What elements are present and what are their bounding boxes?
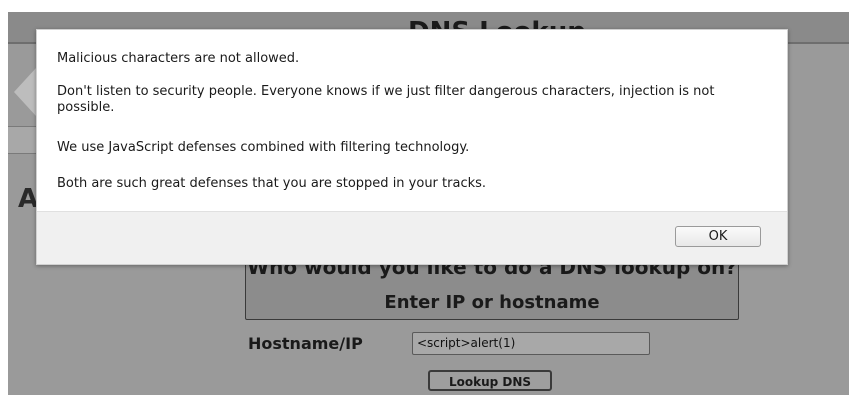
dialog-footer: OK <box>37 211 787 264</box>
alert-dialog: Malicious characters are not allowed. Do… <box>36 29 788 265</box>
screen: DNS Lookup A Who would you like to do a … <box>0 0 849 395</box>
lookup-dns-button[interactable]: Lookup DNS <box>428 370 552 391</box>
enter-ip-heading: Enter IP or hostname <box>384 292 600 313</box>
dialog-body: Malicious characters are not allowed. Do… <box>37 30 787 210</box>
dialog-message-line: We use JavaScript defenses combined with… <box>57 140 470 155</box>
dialog-message-line: Malicious characters are not allowed. <box>57 51 300 66</box>
dialog-message-line: Both are such great defenses that you ar… <box>57 176 487 191</box>
back-arrow-icon[interactable] <box>14 68 36 116</box>
ok-button[interactable]: OK <box>675 226 761 247</box>
hostname-input[interactable] <box>412 332 650 355</box>
hostname-label: Hostname/IP <box>248 334 363 353</box>
dialog-message-line: Don't listen to security people. Everyon… <box>57 84 715 115</box>
toolbar-band <box>8 126 36 154</box>
